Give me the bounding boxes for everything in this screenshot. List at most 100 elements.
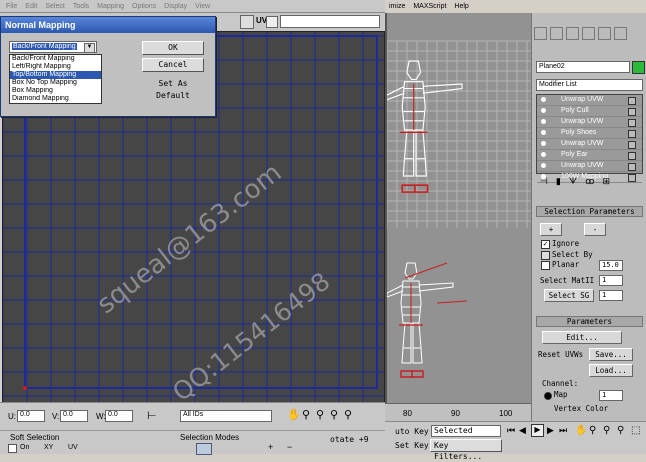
- lightbulb-icon[interactable]: [541, 152, 546, 157]
- lightbulb-icon[interactable]: [541, 130, 546, 135]
- reset-uvws-button[interactable]: Reset UVWs: [538, 350, 583, 359]
- mapping-type-dropdown[interactable]: Back/Front Mapping ▼: [9, 41, 97, 53]
- soft-selection-on-checkbox[interactable]: [8, 444, 17, 453]
- modifier-checkbox[interactable]: [628, 152, 636, 160]
- set-as-default-button[interactable]: Set As Default: [142, 78, 204, 100]
- zoom-selected-icon[interactable]: ⚲: [344, 408, 352, 421]
- mapping-type-list[interactable]: Back/Front Mapping Left/Right Mapping Top/…: [9, 54, 102, 104]
- mapping-option[interactable]: Box No Top Mapping: [10, 79, 101, 87]
- modifier-stack-item[interactable]: Unwrap UVW: [537, 161, 642, 172]
- checker-icon[interactable]: [240, 15, 254, 29]
- field-of-view-icon[interactable]: ⚲: [617, 425, 624, 436]
- w-field[interactable]: 0.0: [105, 410, 133, 422]
- zoom-all-icon[interactable]: ⚲: [589, 425, 596, 436]
- map-channel-field[interactable]: 1: [599, 390, 623, 401]
- modifier-checkbox[interactable]: [628, 119, 636, 127]
- pan-hand-icon[interactable]: ✋: [287, 408, 301, 421]
- ok-button[interactable]: OK: [142, 41, 204, 55]
- matid-field[interactable]: 1: [599, 275, 623, 286]
- uv-menu-item[interactable]: Mapping: [97, 3, 124, 10]
- selection-parameters-rollout[interactable]: Selection Parameters: [536, 206, 643, 217]
- auto-key-label[interactable]: uto Key: [395, 427, 429, 436]
- chevron-down-icon[interactable]: ▼: [84, 43, 95, 53]
- lightbulb-icon[interactable]: [541, 119, 546, 124]
- viewport[interactable]: [385, 13, 533, 403]
- modifier-checkbox[interactable]: [628, 108, 636, 116]
- selection-set-dropdown[interactable]: Selected: [431, 425, 501, 437]
- parameters-rollout[interactable]: Parameters: [536, 316, 643, 327]
- mapping-option[interactable]: Back/Front Mapping: [10, 55, 101, 63]
- hand-icon[interactable]: ✋: [575, 425, 587, 436]
- edit-button[interactable]: Edit...: [542, 331, 622, 344]
- select-sg-button[interactable]: Select SG: [544, 289, 594, 302]
- timeline[interactable]: 80 90 100: [385, 403, 531, 422]
- modifier-stack-item[interactable]: Poly Shoes: [537, 128, 642, 139]
- modifier-stack-item[interactable]: Unwrap UVW: [537, 95, 642, 106]
- planar-threshold-field[interactable]: 15.0: [599, 260, 623, 271]
- modifier-stack-item[interactable]: Unwrap UVW: [537, 117, 642, 128]
- shrink-button[interactable]: −: [287, 442, 292, 452]
- select-matid-label[interactable]: Select MatII: [540, 276, 594, 285]
- pin-stack-icon[interactable]: ⊣: [540, 176, 548, 190]
- motion-tab-icon[interactable]: [582, 27, 595, 40]
- remove-modifier-icon[interactable]: ꝏ: [585, 176, 594, 190]
- object-color-swatch[interactable]: [632, 61, 645, 74]
- uv-menu-item[interactable]: Select: [45, 3, 64, 10]
- lightbulb-icon[interactable]: [541, 108, 546, 113]
- uv-menu-item[interactable]: File: [6, 3, 17, 10]
- modifier-stack[interactable]: Unwrap UVW Poly Cull Unwrap UVW Poly Shoes U…: [536, 94, 643, 183]
- maximize-viewport-icon[interactable]: ⬚: [631, 425, 640, 436]
- uv-radio-label[interactable]: UV: [68, 444, 78, 451]
- lightbulb-icon[interactable]: [541, 141, 546, 146]
- ignore-backfacing-checkbox[interactable]: ✓: [541, 240, 550, 249]
- uv-menu-item[interactable]: Edit: [25, 3, 37, 10]
- zoom-extents-icon[interactable]: ⚲: [330, 408, 338, 421]
- select-by-checkbox[interactable]: [541, 251, 550, 260]
- shrink-selection-button[interactable]: -: [584, 223, 606, 236]
- mapping-option[interactable]: Diamond Mapping: [10, 95, 101, 103]
- prev-frame-icon[interactable]: ◀: [519, 425, 526, 436]
- create-tab-icon[interactable]: [534, 27, 547, 40]
- id-filter-dropdown[interactable]: All IDs: [180, 410, 272, 422]
- uv-menu-item[interactable]: View: [195, 3, 210, 10]
- hierarchy-tab-icon[interactable]: [566, 27, 579, 40]
- zoom-region-icon[interactable]: ⚲: [316, 408, 324, 421]
- xy-radio-label[interactable]: XY: [44, 444, 53, 451]
- main-menu-item[interactable]: imize: [389, 3, 405, 10]
- modify-tab-icon[interactable]: [550, 27, 563, 40]
- modifier-checkbox[interactable]: [628, 141, 636, 149]
- key-filters-button[interactable]: Key Filters...: [430, 439, 502, 461]
- zoom-extents-all-icon[interactable]: ⚲: [603, 425, 610, 436]
- save-button[interactable]: Save...: [589, 348, 633, 361]
- vertex-mode-icon[interactable]: [196, 443, 212, 455]
- go-start-icon[interactable]: ⏮: [507, 425, 515, 436]
- sg-field[interactable]: 1: [599, 290, 623, 301]
- play-icon[interactable]: ▶: [531, 424, 544, 437]
- u-field[interactable]: 0.0: [17, 410, 45, 422]
- next-frame-icon[interactable]: ▶: [547, 425, 554, 436]
- uv-dropdown[interactable]: [266, 16, 278, 28]
- load-button[interactable]: Load...: [589, 364, 633, 377]
- modifier-stack-item[interactable]: Poly Cull: [537, 106, 642, 117]
- lightbulb-icon[interactable]: [541, 97, 546, 102]
- object-name-field[interactable]: Plane02: [536, 61, 630, 73]
- set-key-label[interactable]: Set Key: [395, 441, 429, 450]
- go-end-icon[interactable]: ⏭: [559, 425, 567, 436]
- mapping-option[interactable]: Left/Right Mapping: [10, 63, 101, 71]
- utilities-tab-icon[interactable]: [614, 27, 627, 40]
- modifier-checkbox[interactable]: [628, 163, 636, 171]
- mapping-option[interactable]: Top/Bottom Mapping: [10, 71, 101, 79]
- grow-button[interactable]: +: [268, 442, 273, 452]
- configure-sets-icon[interactable]: ⊞: [602, 176, 610, 190]
- modifier-checkbox[interactable]: [628, 97, 636, 105]
- map-channel-radio[interactable]: [544, 392, 552, 400]
- uv-menu-item[interactable]: Tools: [73, 3, 89, 10]
- modifier-checkbox[interactable]: [628, 130, 636, 138]
- display-tab-icon[interactable]: [598, 27, 611, 40]
- lightbulb-icon[interactable]: [541, 163, 546, 168]
- zoom-icon[interactable]: ⚲: [302, 408, 310, 421]
- mapping-option[interactable]: Box Mapping: [10, 87, 101, 95]
- v-field[interactable]: 0.0: [60, 410, 88, 422]
- planar-checkbox[interactable]: [541, 261, 550, 270]
- uv-menu-item[interactable]: Options: [132, 3, 156, 10]
